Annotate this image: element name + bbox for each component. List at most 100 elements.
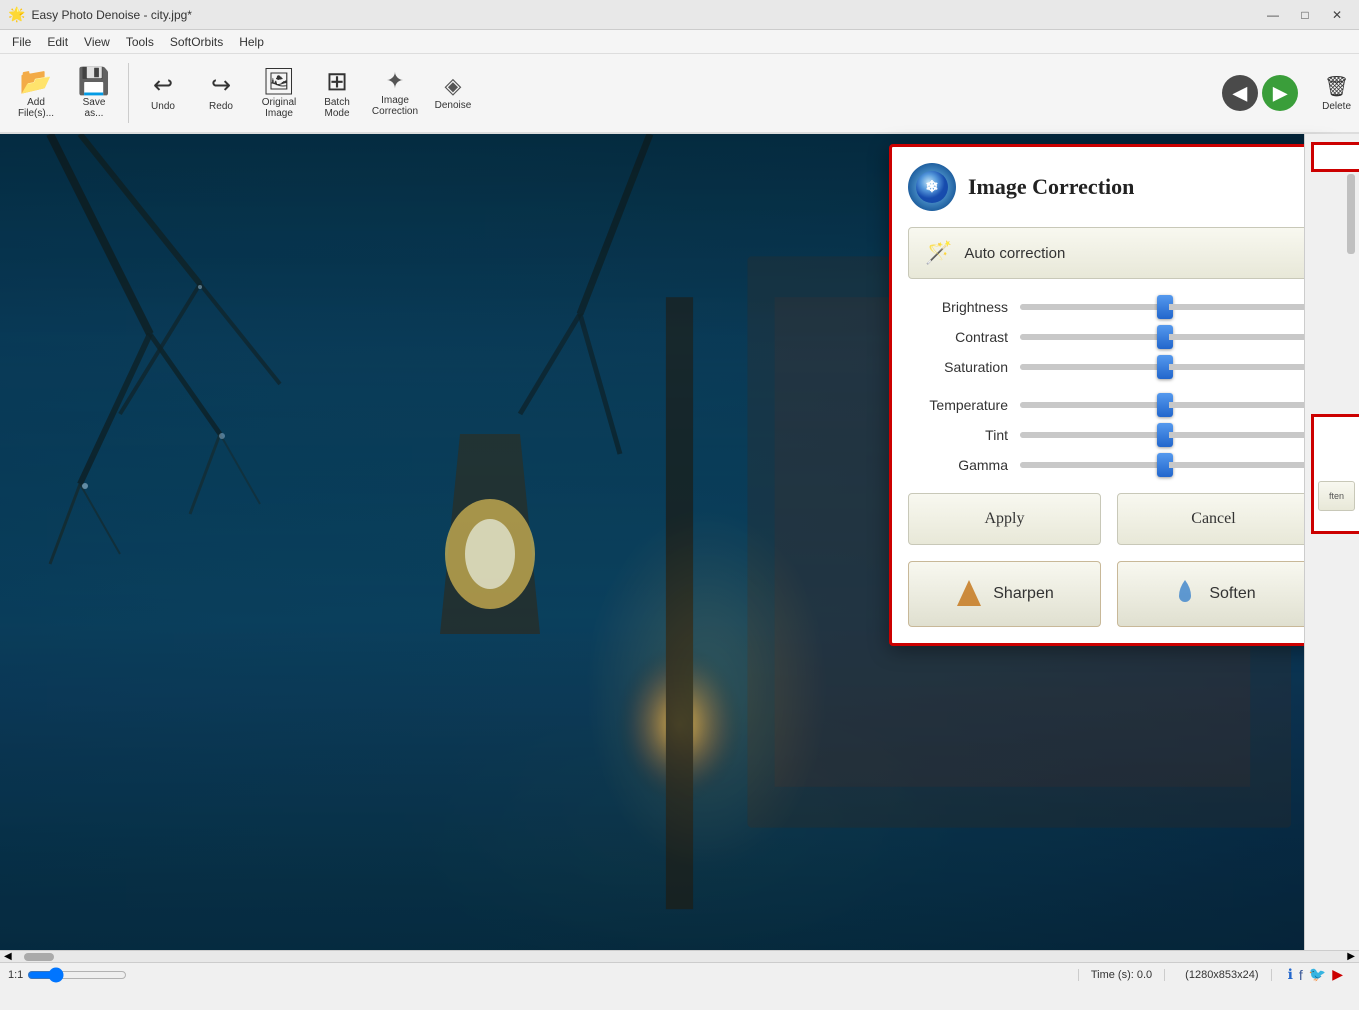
original-image-label: Original Image: [262, 97, 296, 119]
snowflake-logo-svg: ❄: [914, 169, 950, 205]
temperature-label: Temperature: [908, 397, 1008, 413]
sharpen-button[interactable]: Sharpen: [908, 561, 1101, 627]
sharpen-icon: [955, 578, 983, 610]
contrast-fill-right: [1169, 334, 1310, 340]
window-controls: — □ ✕: [1259, 5, 1351, 25]
nav-next-button[interactable]: ▶: [1262, 75, 1298, 111]
toolbar: 📂 Add File(s)... 💾 Save as... ↩ Undo ↪ R…: [0, 54, 1359, 134]
zoom-level: 1:1: [8, 969, 23, 981]
temperature-fill-right: [1169, 402, 1310, 408]
status-time: Time (s): 0.0: [1078, 969, 1165, 981]
panel-title: Image Correction: [968, 174, 1134, 200]
toolbar-batch-mode[interactable]: ⊞ Batch Mode: [309, 58, 365, 128]
batch-mode-icon: ⊞: [326, 68, 348, 94]
toolbar-add-files[interactable]: 📂 Add File(s)...: [8, 58, 64, 128]
gamma-slider[interactable]: [1020, 462, 1310, 468]
soften-label: Soften: [1209, 585, 1255, 603]
temperature-slider[interactable]: [1020, 402, 1310, 408]
contrast-row: Contrast: [908, 329, 1310, 345]
toolbar-save-as[interactable]: 💾 Save as...: [66, 58, 122, 128]
maximize-button[interactable]: □: [1291, 5, 1319, 25]
auto-correction-button[interactable]: 🪄 Auto correction: [908, 227, 1310, 279]
youtube-icon[interactable]: ▶: [1332, 966, 1343, 983]
title-bar: 🌟 Easy Photo Denoise - city.jpg* — □ ✕: [0, 0, 1359, 30]
wand-icon: 🪄: [925, 240, 952, 266]
horizontal-scrollbar[interactable]: ◀ ▶: [0, 950, 1359, 962]
cancel-button[interactable]: Cancel: [1117, 493, 1310, 545]
nav-prev-button[interactable]: ◀: [1222, 75, 1258, 111]
toolbar-undo[interactable]: ↩ Undo: [135, 58, 191, 128]
panel-fragment-top: [1311, 142, 1359, 172]
delete-button[interactable]: 🗑 Delete: [1322, 74, 1351, 112]
undo-label: Undo: [151, 101, 175, 112]
auto-correction-label: Auto correction: [964, 245, 1065, 262]
contrast-slider[interactable]: [1020, 334, 1310, 340]
contrast-fill-left: [1020, 334, 1161, 340]
toolbar-original-image[interactable]: 🖼 Original Image: [251, 58, 307, 128]
minimize-button[interactable]: —: [1259, 5, 1287, 25]
save-as-icon: 💾: [78, 68, 110, 94]
sharpen-label: Sharpen: [993, 585, 1054, 603]
twitter-icon[interactable]: 🐦: [1309, 966, 1326, 983]
delete-label: Delete: [1322, 101, 1351, 112]
soften-label-fragment[interactable]: ften: [1318, 481, 1355, 511]
soften-button[interactable]: Soften: [1117, 561, 1310, 627]
menu-tools[interactable]: Tools: [118, 33, 162, 51]
add-files-icon: 📂: [20, 68, 52, 94]
temperature-fill-left: [1020, 402, 1161, 408]
sliders-section: Brightness Contrast Saturation: [908, 299, 1310, 473]
facebook-icon[interactable]: f: [1299, 967, 1303, 983]
status-social-icons: ℹ f 🐦 ▶: [1280, 966, 1351, 983]
apply-cancel-row: Apply Cancel: [908, 493, 1310, 545]
toolbar-separator-1: [128, 63, 129, 123]
undo-icon: ↩: [153, 74, 173, 98]
panel-logo: ❄: [908, 163, 956, 211]
brightness-fill-left: [1020, 304, 1161, 310]
zoom-slider[interactable]: [27, 967, 127, 983]
time-value: 0.0: [1137, 969, 1152, 981]
toolbar-redo[interactable]: ↪ Redo: [193, 58, 249, 128]
save-as-label: Save as...: [83, 97, 106, 119]
menu-softorbits[interactable]: SoftOrbits: [162, 33, 231, 51]
app-icon: 🌟: [8, 6, 25, 23]
saturation-label: Saturation: [908, 359, 1008, 375]
redo-label: Redo: [209, 101, 233, 112]
image-correction-icon: ✦: [386, 70, 404, 92]
delete-icon: 🗑: [1324, 74, 1349, 99]
menu-view[interactable]: View: [76, 33, 118, 51]
info-icon[interactable]: ℹ: [1288, 966, 1293, 983]
svg-text:❄: ❄: [925, 179, 938, 196]
tint-label: Tint: [908, 427, 1008, 443]
image-correction-label: Image Correction: [372, 95, 418, 117]
right-scrollbar[interactable]: [1347, 174, 1355, 254]
panel-header: ❄ Image Correction: [908, 163, 1310, 211]
menu-help[interactable]: Help: [231, 33, 272, 51]
original-image-icon: 🖼: [262, 68, 295, 94]
brightness-row: Brightness: [908, 299, 1310, 315]
image-correction-panel: ❄ Image Correction 🪄 Auto correction Bri…: [889, 144, 1329, 646]
scroll-left-button[interactable]: ◀: [0, 951, 16, 962]
toolbar-denoise[interactable]: ◈ Denoise: [425, 58, 481, 128]
saturation-fill-left: [1020, 364, 1161, 370]
gamma-label: Gamma: [908, 457, 1008, 473]
saturation-row: Saturation: [908, 359, 1310, 375]
zoom-section: 1:1: [8, 967, 127, 983]
tint-fill-right: [1169, 432, 1310, 438]
tint-slider[interactable]: [1020, 432, 1310, 438]
tint-row: Tint: [908, 427, 1310, 443]
apply-button[interactable]: Apply: [908, 493, 1101, 545]
brightness-label: Brightness: [908, 299, 1008, 315]
menu-edit[interactable]: Edit: [39, 33, 76, 51]
scroll-right-button[interactable]: ▶: [1343, 951, 1359, 962]
main-area: ften ❄ Image Correction: [0, 134, 1359, 986]
gamma-fill-right: [1169, 462, 1310, 468]
close-button[interactable]: ✕: [1323, 5, 1351, 25]
menu-bar: File Edit View Tools SoftOrbits Help: [0, 30, 1359, 54]
scroll-thumb[interactable]: [24, 953, 54, 961]
toolbar-image-correction[interactable]: ✦ Image Correction: [367, 58, 423, 128]
menu-file[interactable]: File: [4, 33, 39, 51]
brightness-slider[interactable]: [1020, 304, 1310, 310]
saturation-slider[interactable]: [1020, 364, 1310, 370]
denoise-icon: ◈: [445, 75, 462, 97]
window-title: Easy Photo Denoise - city.jpg*: [31, 8, 1259, 22]
